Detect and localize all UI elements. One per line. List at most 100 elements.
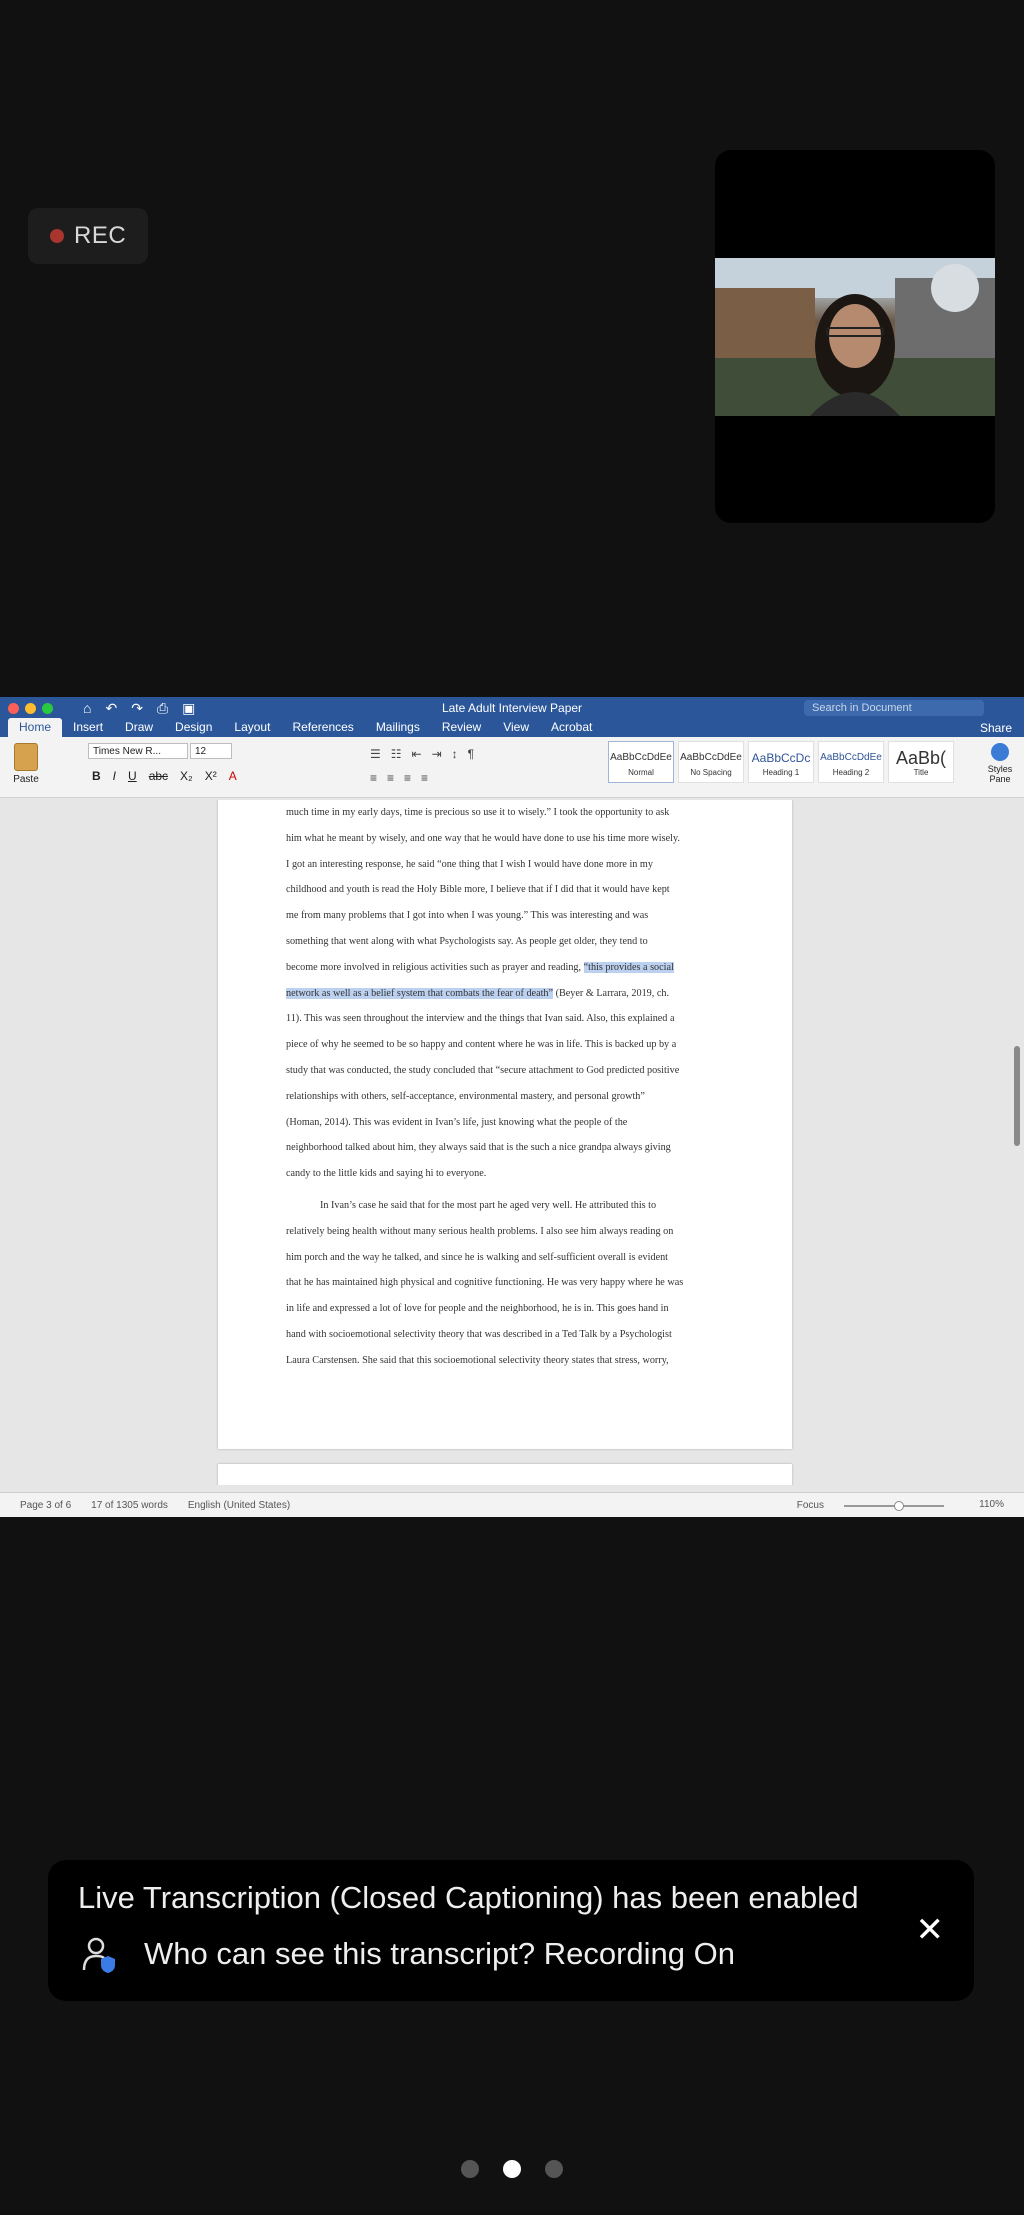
paste-button[interactable]: Paste xyxy=(10,743,42,785)
text-line: candy to the little kids and saying hi t… xyxy=(286,1168,487,1180)
paste-label: Paste xyxy=(13,774,39,785)
style-preview: AaBbCcDdEe xyxy=(680,752,742,763)
tab-review[interactable]: Review xyxy=(431,718,492,737)
participant-video-tile[interactable] xyxy=(715,150,995,523)
style-no-spacing[interactable]: AaBbCcDdEe No Spacing xyxy=(678,741,744,783)
participant-video xyxy=(715,258,995,416)
share-button[interactable]: Share xyxy=(980,721,1012,735)
style-label: No Spacing xyxy=(690,768,732,777)
word-title-bar: ⌂ ↶ ↷ ⎙ ▣ Late Adult Interview Paper Sea… xyxy=(0,697,1024,719)
tab-references[interactable]: References xyxy=(281,718,364,737)
text-segment: (Beyer & Larrara, 2019, ch. xyxy=(553,987,670,999)
document-text[interactable]: much time in my early days, time is prec… xyxy=(286,800,726,1374)
font-size-select[interactable]: 12 xyxy=(190,743,232,759)
text-line: study that was conducted, the study conc… xyxy=(286,1064,680,1076)
text-line: hand with socioemotional selectivity the… xyxy=(286,1328,672,1340)
subscript-icon[interactable]: X₂ xyxy=(180,769,193,783)
document-page[interactable]: much time in my early days, time is prec… xyxy=(218,800,792,1449)
text-line: in life and expressed a lot of love for … xyxy=(286,1303,669,1315)
align-right-icon[interactable]: ≡ xyxy=(404,771,411,785)
styles-pane-button[interactable]: Styles Pane xyxy=(982,743,1018,784)
styles-gallery: AaBbCcDdEe Normal AaBbCcDdEe No Spacing Aa… xyxy=(608,741,954,783)
style-heading-1[interactable]: AaBbCcDc Heading 1 xyxy=(748,741,814,783)
tab-draw[interactable]: Draw xyxy=(114,718,164,737)
word-count[interactable]: 17 of 1305 words xyxy=(91,1500,168,1511)
transcript-privacy-icon xyxy=(82,1937,115,1973)
italic-button[interactable]: I xyxy=(113,769,116,783)
align-left-icon[interactable]: ≡ xyxy=(370,771,377,785)
style-normal[interactable]: AaBbCcDdEe Normal xyxy=(608,741,674,783)
selected-text: “this provides a social xyxy=(583,961,674,973)
pilcrow-icon[interactable]: ¶ xyxy=(468,747,474,761)
alignment-controls: ≡ ≡ ≡ ≡ xyxy=(370,771,428,785)
tab-mailings[interactable]: Mailings xyxy=(365,718,431,737)
record-dot-icon xyxy=(50,229,64,243)
text-segment: become more involved in religious activi… xyxy=(286,961,584,973)
text-line: Laura Carstensen. She said that this soc… xyxy=(286,1354,669,1366)
text-line: him what he meant by wisely, and one way… xyxy=(286,832,680,844)
page-indicator xyxy=(0,2160,1024,2178)
style-preview: AaBb( xyxy=(895,748,947,768)
style-label: Normal xyxy=(628,768,654,777)
indent-icon[interactable]: ⇥ xyxy=(432,747,442,761)
close-icon[interactable]: ✕ xyxy=(916,1910,945,1950)
text-line: I got an interesting response, he said “… xyxy=(286,858,653,870)
live-transcription-banner: Live Transcription (Closed Captioning) h… xyxy=(48,1860,974,2001)
page-dot[interactable] xyxy=(461,2160,479,2178)
language[interactable]: English (United States) xyxy=(188,1500,290,1511)
underline-button[interactable]: U xyxy=(128,769,137,783)
strikethrough-icon[interactable]: abc xyxy=(149,769,168,783)
home-ribbon: Paste Times New R... 12 B I U abc X₂ X² … xyxy=(0,737,1024,798)
styles-pane-icon xyxy=(991,743,1009,761)
style-title[interactable]: AaBb(Title xyxy=(888,741,954,783)
tab-view[interactable]: View xyxy=(492,718,540,737)
tab-home[interactable]: Home xyxy=(8,718,63,737)
justify-icon[interactable]: ≡ xyxy=(421,771,428,785)
text-line: In Ivan’s case he said that for the most… xyxy=(320,1199,657,1211)
style-label: Heading 1 xyxy=(762,768,800,777)
text-line: relationships with others, self-acceptan… xyxy=(286,1090,645,1102)
screen-share-area: ⌂ ↶ ↷ ⎙ ▣ Late Adult Interview Paper Sea… xyxy=(0,697,1024,1517)
page-dot[interactable] xyxy=(545,2160,563,2178)
text-line: piece of why he seemed to be so happy an… xyxy=(286,1039,677,1051)
text-line: much time in my early days, time is prec… xyxy=(286,807,670,818)
recording-indicator: REC xyxy=(28,208,148,264)
tab-insert[interactable]: Insert xyxy=(62,718,114,737)
style-label: Heading 2 xyxy=(832,768,870,777)
numbering-icon[interactable]: ☷ xyxy=(391,747,402,761)
text-format-buttons: B I U abc X₂ X² A xyxy=(92,769,237,783)
style-heading-2[interactable]: AaBbCcDdEe Heading 2 xyxy=(818,741,884,783)
document-workspace: much time in my early days, time is prec… xyxy=(0,800,1024,1485)
video-frame-image xyxy=(715,258,995,416)
styles-pane-label: Styles Pane xyxy=(987,764,1013,784)
style-preview: AaBbCcDc xyxy=(751,751,811,765)
font-name-select[interactable]: Times New R... xyxy=(88,743,188,759)
tab-acrobat[interactable]: Acrobat xyxy=(540,718,603,737)
outdent-icon[interactable]: ⇤ xyxy=(412,747,422,761)
style-preview: AaBbCcDdEe xyxy=(820,752,882,763)
search-in-document-field[interactable]: Search in Document xyxy=(804,700,984,716)
focus-button[interactable]: Focus xyxy=(797,1500,824,1511)
bold-button[interactable]: B xyxy=(92,769,101,783)
who-can-see-transcript-link[interactable]: Who can see this transcript? Recording O… xyxy=(144,1936,735,1972)
text-line: him porch and the way he talked, and sin… xyxy=(286,1251,669,1263)
text-line: 11). This was seen throughout the interv… xyxy=(286,1013,675,1025)
clipboard-icon xyxy=(14,743,38,771)
font-color-icon[interactable]: A xyxy=(229,769,237,783)
sort-icon[interactable]: ↕ xyxy=(452,747,458,761)
superscript-icon[interactable]: X² xyxy=(205,769,217,783)
selected-text: network as well as a belief system that … xyxy=(286,987,554,999)
align-center-icon[interactable]: ≡ xyxy=(387,771,394,785)
zoom-slider[interactable] xyxy=(844,1501,944,1511)
tab-layout[interactable]: Layout xyxy=(223,718,281,737)
tab-design[interactable]: Design xyxy=(164,718,223,737)
zoom-slider-thumb[interactable] xyxy=(894,1501,904,1511)
text-line: become more involved in religious activi… xyxy=(286,955,726,981)
style-label: Title xyxy=(913,768,929,777)
text-line: that he has maintained high physical and… xyxy=(286,1277,684,1289)
bullets-icon[interactable]: ☰ xyxy=(370,747,381,761)
page-count[interactable]: Page 3 of 6 xyxy=(20,1500,71,1511)
page-dot-active[interactable] xyxy=(503,2160,521,2178)
text-line: neighborhood talked about him, they alwa… xyxy=(286,1142,671,1154)
vertical-scrollbar[interactable] xyxy=(1014,1046,1020,1146)
